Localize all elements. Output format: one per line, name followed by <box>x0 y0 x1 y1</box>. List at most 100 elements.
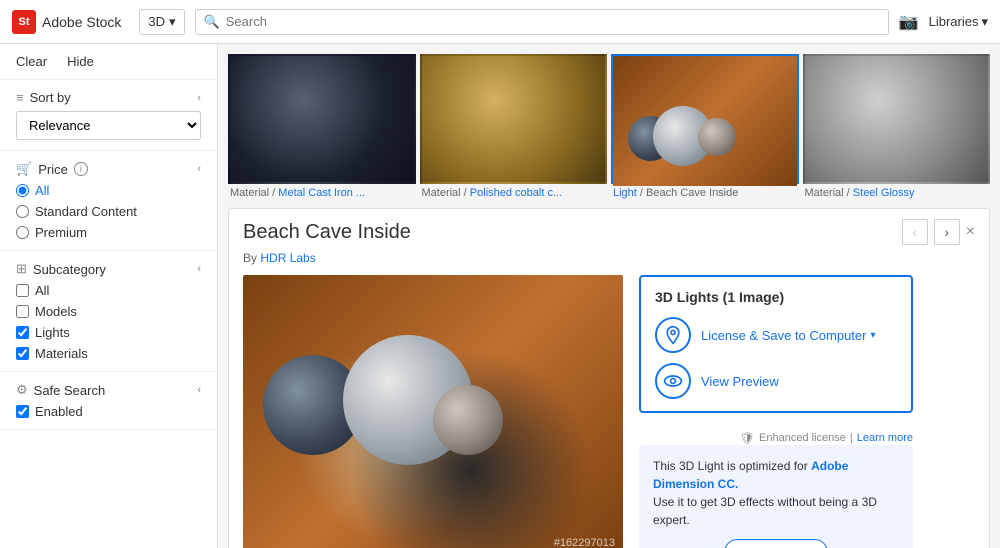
subcategory-label: Subcategory <box>33 262 106 277</box>
thumbnail-item[interactable]: Material / Steel Glossy <box>803 54 991 202</box>
cave-thumb <box>613 56 797 186</box>
enhanced-license-row: 🛡 Enhanced license | Learn more <box>639 431 913 445</box>
thumbnail-image <box>611 54 799 184</box>
price-premium-option[interactable]: Premium <box>16 225 201 240</box>
search-icon: 🔍 <box>204 14 220 30</box>
safe-search-header[interactable]: ⚙ Safe Search ‹ <box>16 382 201 398</box>
right-panel: 3D Lights (1 Image) License & Save to Co… <box>623 275 913 548</box>
app-header: St Adobe Stock 3D ▾ 🔍 📷 Libraries ▾ <box>0 0 1000 44</box>
learn-more-link[interactable]: Learn more <box>857 432 913 444</box>
preview-icon <box>655 363 691 399</box>
sort-by-header[interactable]: ≡ Sort by ‹ <box>16 90 201 105</box>
category-dropdown[interactable]: 3D ▾ <box>139 9 184 35</box>
libraries-chevron-icon: ▾ <box>981 14 988 30</box>
prev-button[interactable]: ‹ <box>902 219 928 245</box>
subcategory-section: ⊞ Subcategory ‹ All Models Lights Materi… <box>0 251 217 372</box>
thumbnail-label: Material / Polished cobalt c... <box>420 184 608 202</box>
app-logo: St Adobe Stock <box>12 10 121 34</box>
info-text-1: This 3D Light is optimized for <box>653 459 808 473</box>
logo-badge: St <box>12 10 36 34</box>
detail-navigation: ‹ › × <box>902 219 975 245</box>
view-preview-label: View Preview <box>701 374 779 389</box>
sort-icon: ≡ <box>16 90 24 105</box>
thumbnail-label: Material / Metal Cast Iron ... <box>228 184 416 202</box>
price-info-icon: i <box>74 162 88 176</box>
libraries-button[interactable]: Libraries ▾ <box>929 14 988 30</box>
info-text-2: Use it to get 3D effects without being a… <box>653 495 877 527</box>
detail-image: #162297013 <box>243 275 623 548</box>
price-label: Price <box>38 162 68 177</box>
detail-author-line: By HDR Labs <box>229 251 989 275</box>
price-radio-group: All Standard Content Premium <box>16 183 201 240</box>
license-icon <box>655 317 691 353</box>
thumbnail-image <box>803 54 991 184</box>
detail-title: Beach Cave Inside <box>243 221 411 244</box>
main-layout: Clear Hide ≡ Sort by ‹ Relevance 🛒 Price <box>0 44 1000 548</box>
view-preview-button[interactable]: View Preview <box>655 363 897 399</box>
search-input[interactable] <box>226 14 880 29</box>
subcategory-checkbox-group: All Models Lights Materials <box>16 283 201 361</box>
safe-search-chevron-icon: ‹ <box>197 384 201 396</box>
thumbnail-label: Light / Beach Cave Inside <box>611 184 799 202</box>
author-link[interactable]: HDR Labs <box>260 251 315 265</box>
safe-search-options: Enabled <box>16 404 201 419</box>
detail-body: #162297013 FILE #:162297013 🔍 Find Simil… <box>229 275 989 548</box>
thumbnail-label: Material / Steel Glossy <box>803 184 991 202</box>
dropdown-chevron-icon: ▾ <box>169 14 176 30</box>
clear-button[interactable]: Clear <box>16 54 47 69</box>
libraries-label: Libraries <box>929 14 979 29</box>
license-box: 3D Lights (1 Image) License & Save to Co… <box>639 275 913 413</box>
grid-icon: ⊞ <box>16 261 27 277</box>
gear-icon: ⚙ <box>16 382 28 398</box>
price-all-option[interactable]: All <box>16 183 201 198</box>
safe-search-section: ⚙ Safe Search ‹ Enabled <box>0 372 217 430</box>
enhanced-label: Enhanced license <box>759 432 846 444</box>
file-number-overlay: #162297013 <box>554 537 615 548</box>
info-box: This 3D Light is optimized for Adobe Dim… <box>639 445 913 548</box>
detail-panel: Beach Cave Inside ‹ › × By HDR Labs <box>228 208 990 548</box>
cart-icon: 🛒 <box>16 161 32 177</box>
license-text: License & Save to Computer ▾ <box>701 328 876 343</box>
next-button[interactable]: › <box>934 219 960 245</box>
subcategory-chevron-icon: ‹ <box>197 263 201 275</box>
detail-image-section: #162297013 FILE #:162297013 🔍 Find Simil… <box>243 275 623 548</box>
detail-header: Beach Cave Inside ‹ › × <box>229 209 989 251</box>
sort-dropdown[interactable]: Relevance <box>16 111 201 140</box>
hide-button[interactable]: Hide <box>67 54 94 69</box>
license-save-button[interactable]: License & Save to Computer ▾ <box>655 317 897 353</box>
safe-search-label: Safe Search <box>34 383 106 398</box>
thumbnail-image <box>228 54 416 184</box>
thumbnails-row: Material / Metal Cast Iron ... Material … <box>218 44 1000 202</box>
thumbnail-item[interactable]: Material / Polished cobalt c... <box>420 54 608 202</box>
camera-icon[interactable]: 📷 <box>899 12 919 32</box>
sphere-small <box>433 385 503 455</box>
sort-by-label: Sort by <box>30 90 71 105</box>
sort-by-section: ≡ Sort by ‹ Relevance <box>0 80 217 151</box>
subcategory-materials[interactable]: Materials <box>16 346 201 361</box>
subcategory-header[interactable]: ⊞ Subcategory ‹ <box>16 261 201 277</box>
safe-search-enabled[interactable]: Enabled <box>16 404 201 419</box>
close-button[interactable]: × <box>966 223 975 241</box>
subcategory-models[interactable]: Models <box>16 304 201 319</box>
shield-icon: 🛡 <box>740 431 755 445</box>
price-header[interactable]: 🛒 Price i ‹ <box>16 161 201 177</box>
subcategory-all[interactable]: All <box>16 283 201 298</box>
thumbnail-item-selected[interactable]: Light / Beach Cave Inside <box>611 54 799 202</box>
sidebar-actions: Clear Hide <box>0 44 217 80</box>
sort-chevron-icon: ‹ <box>197 92 201 104</box>
learn-more-button[interactable]: Learn more <box>724 539 828 548</box>
by-label: By <box>243 251 257 265</box>
app-name: Adobe Stock <box>42 14 121 30</box>
thumbnail-item[interactable]: Material / Metal Cast Iron ... <box>228 54 416 202</box>
main-content: Material / Metal Cast Iron ... Material … <box>218 44 1000 548</box>
category-label: 3D <box>148 14 165 29</box>
license-chevron-icon: ▾ <box>870 330 875 341</box>
lights-title: 3D Lights (1 Image) <box>655 289 897 305</box>
subcategory-lights[interactable]: Lights <box>16 325 201 340</box>
price-section: 🛒 Price i ‹ All Standard Content Premium <box>0 151 217 251</box>
cave-sphere-tiny <box>698 118 736 156</box>
price-chevron-icon: ‹ <box>197 163 201 175</box>
thumbnail-image <box>420 54 608 184</box>
price-standard-option[interactable]: Standard Content <box>16 204 201 219</box>
sidebar: Clear Hide ≡ Sort by ‹ Relevance 🛒 Price <box>0 44 218 548</box>
